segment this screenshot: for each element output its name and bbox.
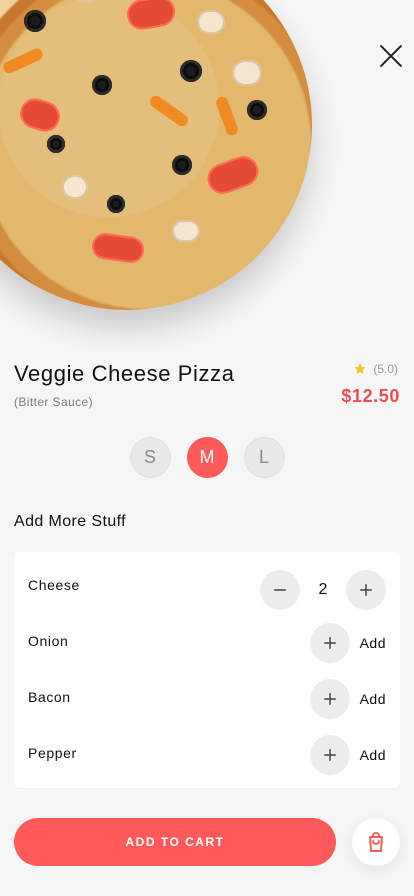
topping-tomato: [16, 94, 64, 136]
shopping-bag-icon: [369, 832, 383, 852]
star-icon: [354, 363, 366, 374]
rating: (5.0): [353, 362, 398, 376]
plus-icon: [323, 637, 336, 649]
addons-card: Cheese 2 Onion Add Bacon Add Pepper Add: [14, 552, 400, 788]
add-button[interactable]: [309, 623, 350, 663]
topping-pepper: [147, 93, 191, 129]
add-button[interactable]: [309, 735, 350, 775]
addon-name: Bacon: [28, 689, 71, 705]
product-title: Veggie Cheese Pizza: [14, 361, 235, 386]
topping-olive: [172, 155, 192, 175]
topping-olive: [24, 10, 46, 32]
add-control: Add: [309, 623, 386, 663]
topping-mushroom: [172, 220, 200, 242]
add-label[interactable]: Add: [360, 747, 386, 763]
addon-row-cheese: Cheese 2: [14, 557, 400, 613]
increase-button[interactable]: [346, 570, 386, 610]
topping-pepper: [214, 95, 240, 137]
size-option-s[interactable]: S: [129, 437, 171, 478]
close-button[interactable]: [378, 43, 404, 69]
rating-value: (5.0): [373, 362, 398, 376]
product-price: $12.50: [341, 386, 400, 406]
plus-icon: [323, 749, 336, 761]
topping-tomato: [203, 152, 263, 198]
topping-mushroom: [62, 175, 88, 199]
size-option-m[interactable]: M: [186, 437, 228, 478]
add-label[interactable]: Add: [360, 635, 386, 651]
topping-tomato: [124, 0, 178, 32]
topping-tomato: [90, 231, 146, 265]
size-label: L: [258, 447, 269, 467]
size-selector: S M L: [0, 437, 414, 478]
quantity-value: 2: [318, 581, 328, 598]
addon-name: Onion: [28, 633, 69, 649]
product-hero: [0, 0, 414, 350]
add-button[interactable]: [309, 679, 350, 719]
add-label[interactable]: Add: [360, 691, 386, 707]
plus-icon: [360, 584, 372, 596]
topping-mushroom: [72, 0, 98, 2]
quantity-stepper: 2: [260, 570, 386, 610]
minus-icon: [274, 589, 286, 591]
topping-pepper: [1, 46, 45, 76]
add-to-cart-button[interactable]: ADD TO CART: [14, 818, 336, 866]
plus-icon: [323, 693, 336, 705]
addon-row-onion: Onion Add: [14, 613, 400, 669]
pizza-image: [0, 0, 312, 310]
topping-mushroom: [232, 60, 262, 86]
size-option-l[interactable]: L: [243, 437, 285, 478]
addon-name: Pepper: [28, 745, 77, 761]
topping-olive: [47, 135, 65, 153]
cart-button[interactable]: [352, 818, 400, 866]
decrease-button[interactable]: [260, 570, 300, 610]
topping-mushroom: [197, 10, 225, 34]
add-control: Add: [309, 735, 386, 775]
topping-olive: [247, 100, 267, 120]
addon-row-bacon: Bacon Add: [14, 669, 400, 725]
add-to-cart-label: ADD TO CART: [125, 835, 225, 849]
addon-row-pepper: Pepper Add: [14, 725, 400, 781]
topping-olive: [92, 75, 112, 95]
topping-olive: [180, 60, 202, 82]
topping-olive: [107, 195, 125, 213]
size-label: S: [143, 447, 156, 467]
add-control: Add: [309, 679, 386, 719]
add-more-title: Add More Stuff: [14, 513, 127, 530]
size-label: M: [199, 447, 215, 467]
product-subtitle: (Bitter Sauce): [14, 395, 93, 409]
addon-name: Cheese: [28, 577, 80, 593]
